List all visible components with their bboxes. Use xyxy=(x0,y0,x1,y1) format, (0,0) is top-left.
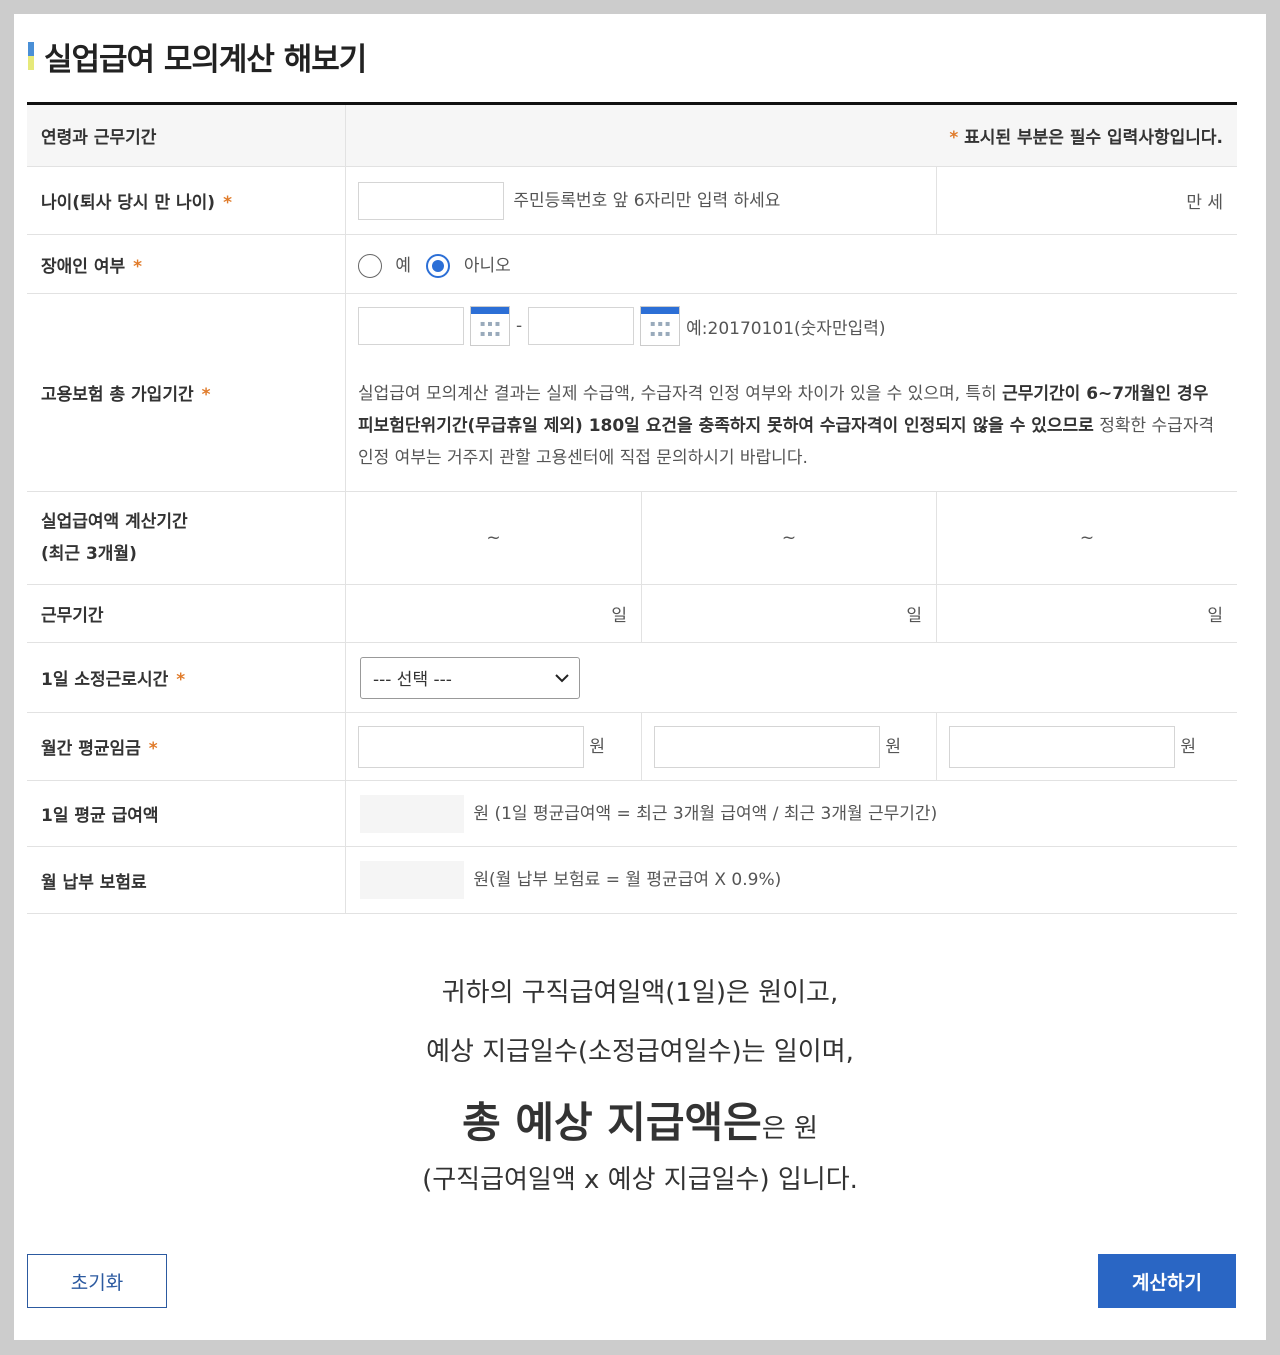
age-unit: 만 세 xyxy=(936,166,1237,235)
title-accent-bar xyxy=(28,42,34,70)
insurance-notice: 실업급여 모의계산 결과는 실제 수급액, 수급자격 인정 여부와 차이가 있을… xyxy=(358,384,1215,468)
work-days-label: 근무기간 xyxy=(27,584,346,643)
disabled-yes-radio[interactable] xyxy=(358,253,382,278)
result-payment-days: 예상 지급일수(소정급여일수)는 일이며, xyxy=(426,1037,854,1067)
monthly-premium-row: 월 납부 보험료 원(월 납부 보험료 = 월 평균급여 X 0.9%) xyxy=(27,846,1237,914)
insurance-label: 고용보험 총 가입기간 * xyxy=(27,293,346,492)
result-daily-amount: 귀하의 구직급여일액(1일)은 원이고, xyxy=(441,978,839,1008)
disabled-row: 장애인 여부 * 예 아니오 xyxy=(27,234,1237,294)
insurance-end-input[interactable] xyxy=(528,307,635,345)
calc-period-label: 실업급여액 계산기간 (최근 3개월) xyxy=(27,491,346,585)
disabled-yes-label: 예 xyxy=(395,255,412,276)
work-days-row: 근무기간 일 일 일 xyxy=(27,584,1237,643)
result-formula: (구직급여일액 x 예상 지급일수) 입니다. xyxy=(422,1165,858,1195)
daily-hours-row: 1일 소정근로시간 * --- 선택 --- xyxy=(27,642,1237,713)
daily-benefit-row: 1일 평균 급여액 원 (1일 평균급여액 = 최근 3개월 급여액 / 최근 … xyxy=(27,780,1237,847)
reset-button[interactable]: 초기화 xyxy=(27,1254,167,1308)
section-label: 연령과 근무기간 xyxy=(27,103,346,167)
disabled-no-radio[interactable] xyxy=(426,253,451,278)
calculate-button[interactable]: 계산하기 xyxy=(1098,1254,1236,1308)
wage-input-1[interactable] xyxy=(358,725,584,768)
monthly-premium-output xyxy=(360,861,464,899)
work-days-2: 일 xyxy=(641,584,937,643)
date-example: 예:20170101(숫자만입력) xyxy=(686,318,886,339)
page-title-row: 실업급여 모의계산 해보기 xyxy=(28,36,367,78)
daily-benefit-output xyxy=(360,794,464,833)
disabled-no-label: 아니오 xyxy=(463,255,511,276)
age-input[interactable] xyxy=(358,181,504,220)
calendar-icon[interactable] xyxy=(640,306,681,346)
daily-benefit-formula: 원 (1일 평균급여액 = 최근 3개월 급여액 / 최근 3개월 근무기간) xyxy=(473,803,938,824)
date-dash: - xyxy=(516,316,523,336)
insurance-start-input[interactable] xyxy=(358,307,464,345)
calc-period-3: ~ xyxy=(936,491,1237,585)
required-note: * 표시된 부분은 필수 입력사항입니다. xyxy=(345,103,1237,167)
insurance-row: 고용보험 총 가입기간* - 예:20170101(숫자만입력) 실업급여 모의… xyxy=(27,293,1237,492)
chevron-down-icon xyxy=(555,673,569,682)
calendar-icon[interactable] xyxy=(470,306,510,346)
calc-period-2: ~ xyxy=(641,491,937,585)
work-days-1: 일 xyxy=(345,584,642,643)
calc-period-1: ~ xyxy=(345,491,642,585)
wage-input-2[interactable] xyxy=(654,725,880,768)
monthly-wage-label: 월간 평균임금 * xyxy=(27,712,346,781)
wage-input-3[interactable] xyxy=(949,725,1175,768)
age-hint: 주민등록번호 앞 6자리만 입력 하세요 xyxy=(513,190,781,211)
daily-benefit-label: 1일 평균 급여액 xyxy=(27,780,346,847)
form-header-row: 연령과 근무기간 * 표시된 부분은 필수 입력사항입니다. xyxy=(27,103,1237,167)
monthly-premium-label: 월 납부 보험료 xyxy=(27,846,346,914)
work-days-3: 일 xyxy=(936,584,1237,643)
age-label: 나이(퇴사 당시 만 나이) * xyxy=(27,166,346,235)
calculator-form: 연령과 근무기간 * 표시된 부분은 필수 입력사항입니다. 나이(퇴사 당시 … xyxy=(27,102,1237,914)
result-total: 총 예상 지급액은은 원 xyxy=(462,1098,818,1147)
page-container: 실업급여 모의계산 해보기 연령과 근무기간 * 표시된 부분은 필수 입력사항… xyxy=(14,14,1266,1340)
age-row: 나이(퇴사 당시 만 나이) * 주민등록번호 앞 6자리만 입력 하세요 만 세 xyxy=(27,166,1237,235)
calc-period-row: 실업급여액 계산기간 (최근 3개월) ~ ~ ~ xyxy=(27,491,1237,585)
monthly-premium-formula: 원(월 납부 보험료 = 월 평균급여 X 0.9%) xyxy=(473,870,782,890)
page-title: 실업급여 모의계산 해보기 xyxy=(44,41,367,78)
disabled-label: 장애인 여부 * xyxy=(27,234,346,294)
daily-hours-select[interactable]: --- 선택 --- xyxy=(360,656,580,699)
daily-hours-label: 1일 소정근로시간 * xyxy=(27,642,346,713)
monthly-wage-row: 월간 평균임금 * 원 원 원 xyxy=(27,712,1237,781)
